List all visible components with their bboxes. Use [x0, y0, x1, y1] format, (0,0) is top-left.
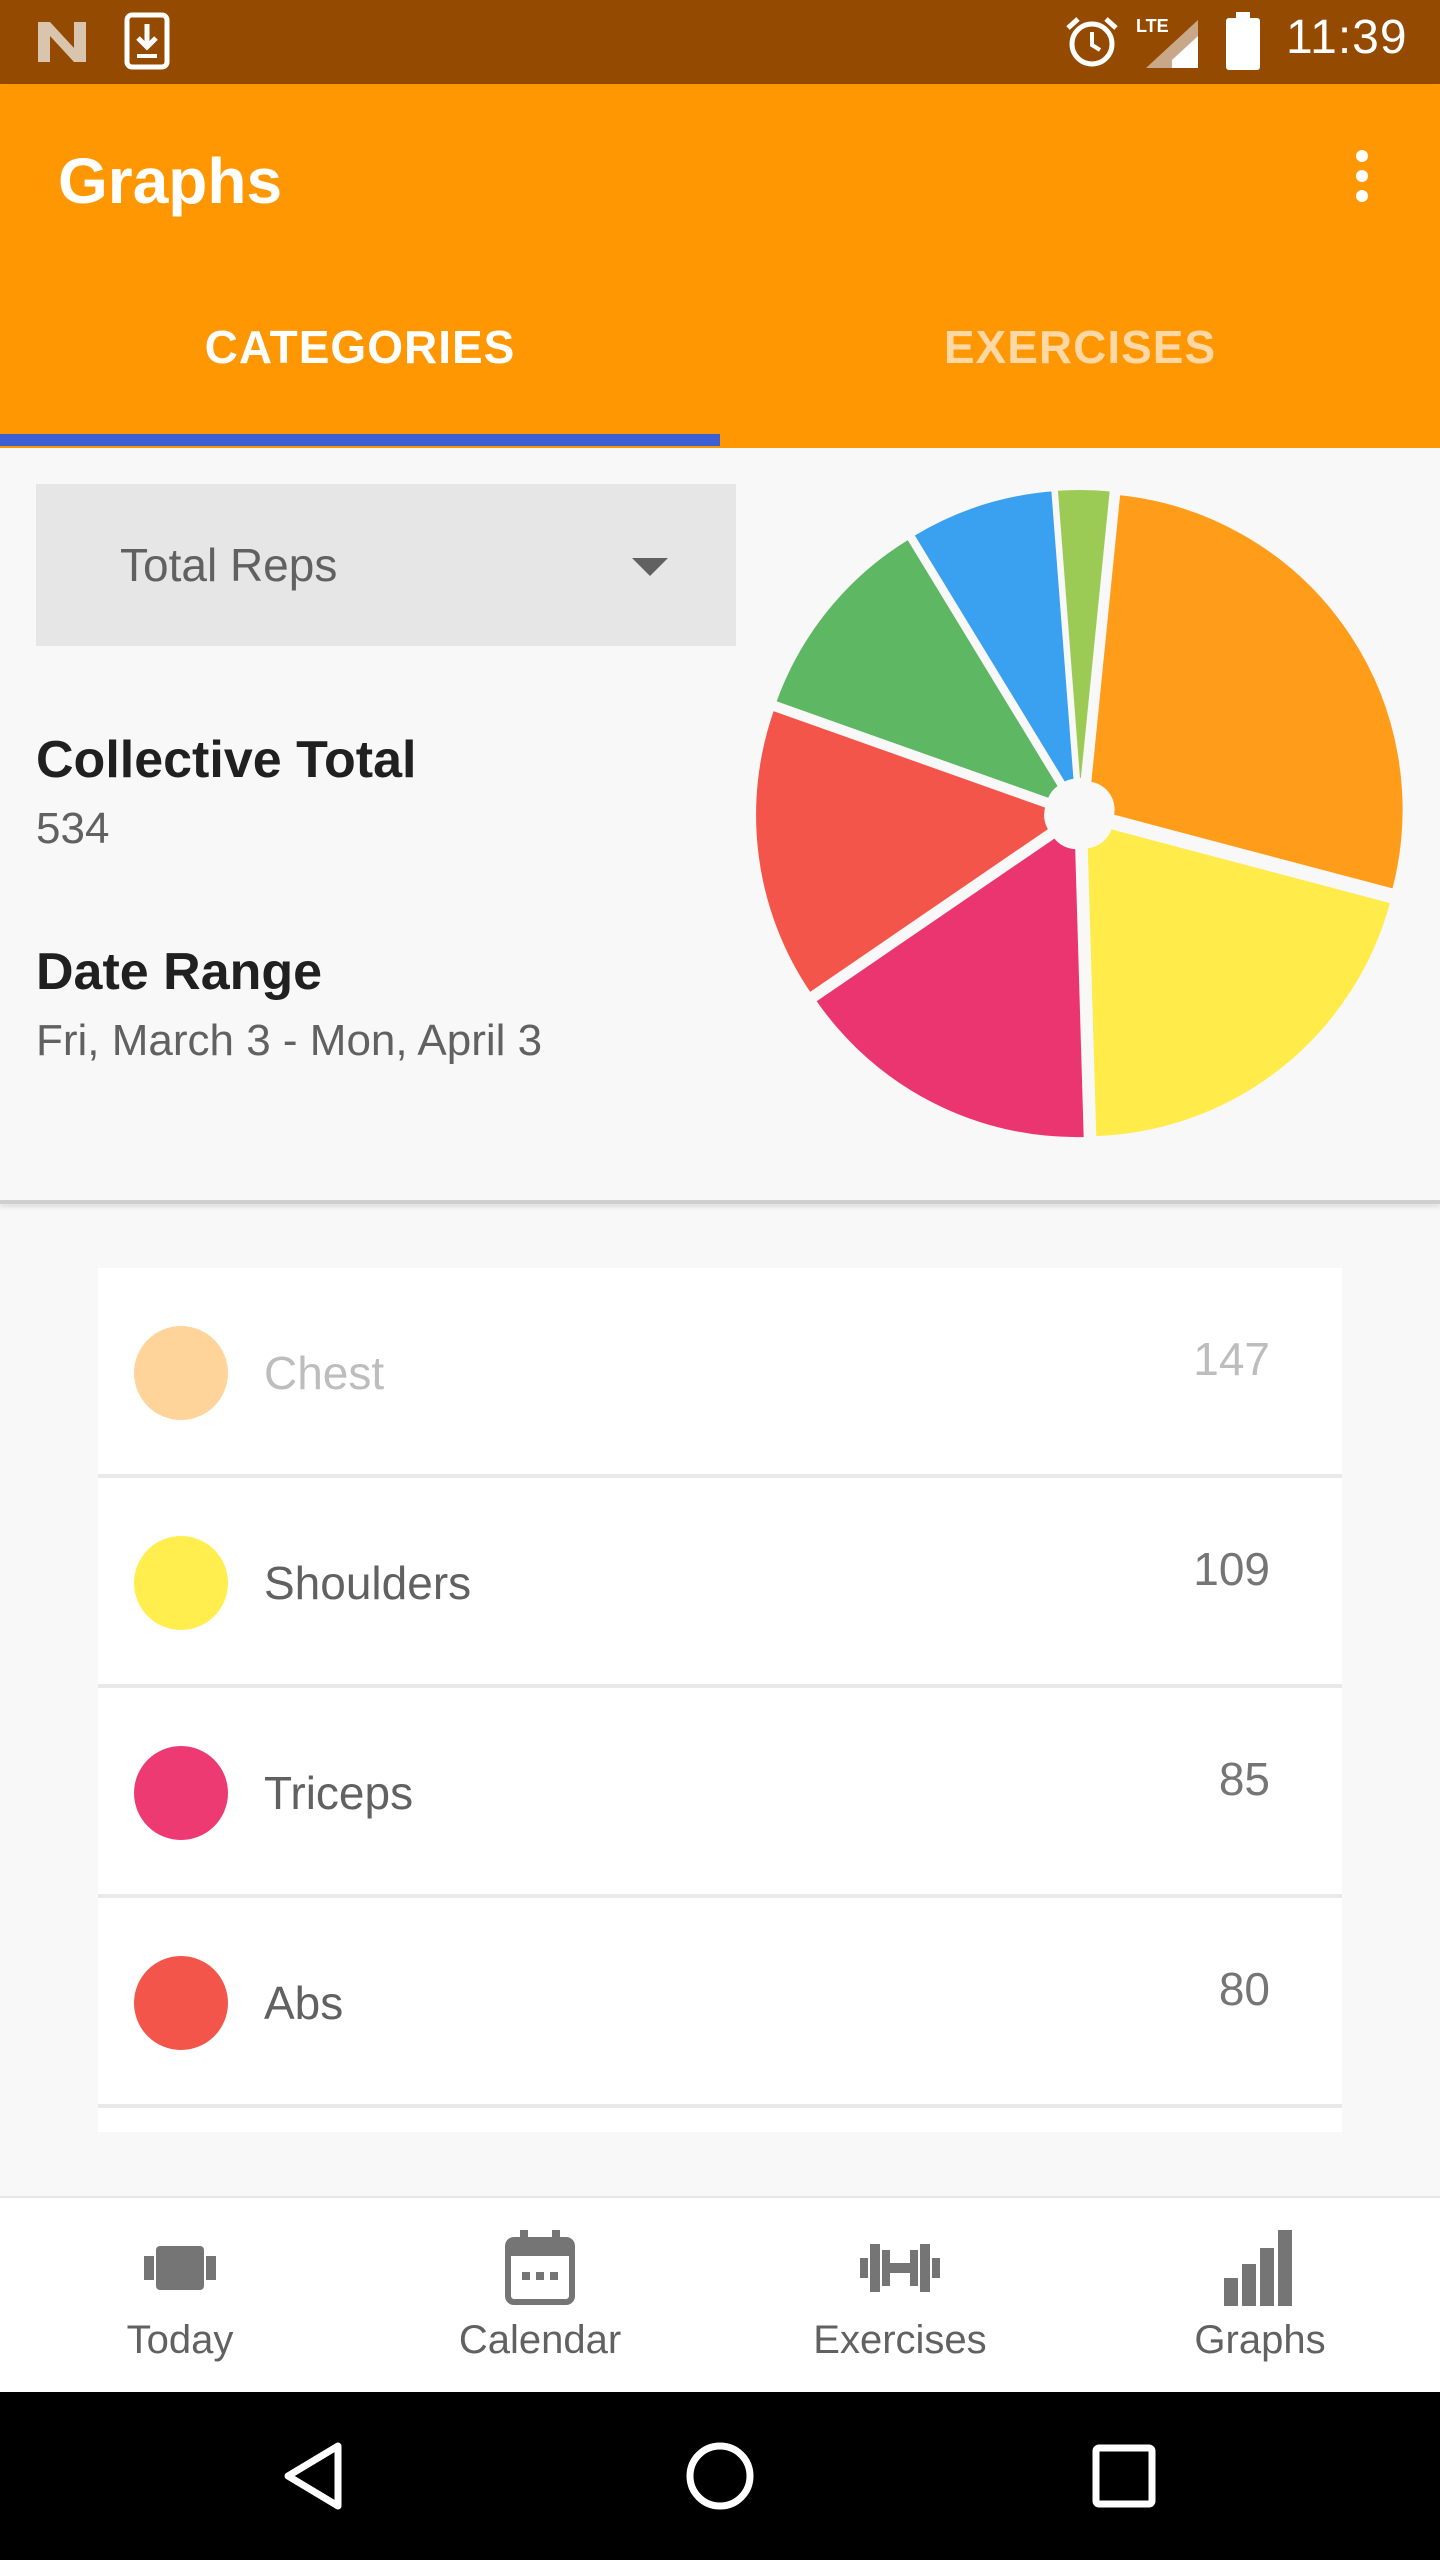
- list-item-abs[interactable]: Abs 80: [98, 1898, 1342, 2108]
- color-dot: [134, 1536, 228, 1630]
- nav-exercises[interactable]: Exercises: [720, 2198, 1080, 2394]
- nav-calendar[interactable]: Calendar: [360, 2198, 720, 2394]
- category-list: Chest 147 Shoulders 109 Triceps 85 Abs 8…: [98, 1268, 1342, 2132]
- list-item-value: 80: [1218, 1963, 1270, 2015]
- list-item-label: Shoulders: [264, 1557, 472, 1609]
- battery-icon: [1226, 12, 1260, 70]
- bar-chart-icon: [1224, 2230, 1292, 2306]
- list-item-label: Triceps: [264, 1767, 414, 1819]
- tab-indicator: [0, 434, 720, 446]
- pie-chart[interactable]: [740, 474, 1420, 1154]
- nav-label: Calendar: [458, 2318, 622, 2362]
- list-item-triceps[interactable]: Triceps 85: [98, 1688, 1342, 1898]
- list-item-shoulders[interactable]: Shoulders 109: [98, 1478, 1342, 1688]
- recents-icon[interactable]: [1084, 2436, 1164, 2516]
- system-navigation-bar: [0, 2392, 1440, 2560]
- caret-down-icon: [632, 558, 668, 576]
- tab-categories[interactable]: CATEGORIES: [0, 320, 720, 374]
- nav-today[interactable]: Today: [0, 2198, 360, 2394]
- nav-graphs[interactable]: Graphs: [1080, 2198, 1440, 2394]
- clock: 11:39: [1286, 11, 1408, 64]
- app-bar: Graphs CATEGORIES EXERCISES: [0, 84, 1440, 448]
- list-item-label: Chest: [264, 1347, 385, 1399]
- metric-dropdown[interactable]: Total Reps: [36, 484, 736, 646]
- list-item-chest[interactable]: Chest 147: [98, 1268, 1342, 1478]
- page-title: Graphs: [58, 145, 283, 217]
- status-bar: LTE 11:39: [0, 0, 1440, 84]
- color-dot: [134, 1746, 228, 1840]
- list-item-value: 147: [1193, 1333, 1270, 1385]
- pie-slice-chest[interactable]: [1086, 490, 1407, 894]
- list-item-value: 85: [1218, 1753, 1270, 1805]
- svg-text:LTE: LTE: [1136, 16, 1169, 36]
- collective-total-label: Collective Total: [36, 731, 417, 789]
- list-item-label: Abs: [264, 1977, 344, 2029]
- list-item-value: 109: [1193, 1543, 1270, 1595]
- color-dot: [134, 1956, 228, 2050]
- n-logo-icon: [38, 22, 86, 62]
- lte-signal-icon: LTE: [1136, 16, 1198, 68]
- home-icon[interactable]: [680, 2436, 760, 2516]
- date-range-label: Date Range: [36, 943, 323, 1001]
- color-dot: [134, 1326, 228, 1420]
- bottom-navigation: Today Calendar Exercises Graphs: [0, 2196, 1440, 2394]
- barbell-icon: [860, 2244, 940, 2292]
- date-range-value: Fri, March 3 - Mon, April 3: [36, 1016, 543, 1065]
- alarm-icon: [1066, 17, 1118, 67]
- divider: [0, 1200, 1440, 1204]
- nav-label: Graphs: [1194, 2318, 1326, 2362]
- overflow-menu-icon[interactable]: [1340, 144, 1384, 214]
- dropdown-value: Total Reps: [120, 539, 338, 591]
- calendar-icon: [505, 2230, 575, 2305]
- back-icon[interactable]: [276, 2436, 356, 2516]
- nav-label: Today: [126, 2318, 234, 2362]
- tab-exercises[interactable]: EXERCISES: [720, 320, 1440, 374]
- download-notification-icon: [124, 12, 170, 70]
- collective-total-value: 534: [36, 804, 110, 853]
- nav-label: Exercises: [813, 2318, 987, 2362]
- dumbbell-plate-icon: [144, 2246, 216, 2290]
- pie-center-hole: [1054, 788, 1106, 840]
